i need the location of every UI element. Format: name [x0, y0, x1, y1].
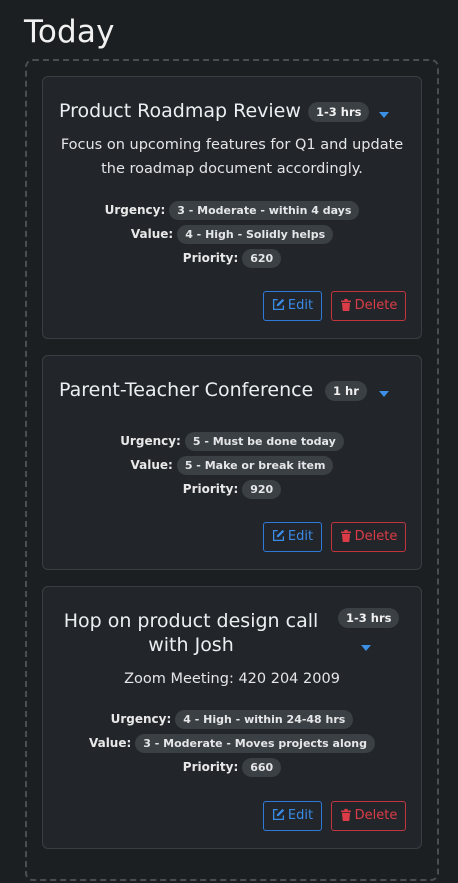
task-title-line: Hop on product design call — [63, 610, 319, 632]
value-row: Value: 4 - High - Solidly helps — [43, 224, 421, 244]
expand-caret-icon[interactable] — [379, 391, 389, 397]
urgency-label: Urgency: — [120, 434, 181, 448]
priority-badge: 920 — [242, 480, 282, 499]
edit-button[interactable]: Edit — [263, 801, 322, 831]
page-title: Today — [24, 14, 115, 50]
edit-button-label: Edit — [287, 808, 314, 823]
delete-button[interactable]: Delete — [331, 291, 406, 321]
value-label: Value: — [130, 458, 173, 472]
duration-badge: 1 hr — [325, 381, 367, 401]
task-card[interactable]: Parent-Teacher Conference 1 hr Urgency: 5… — [42, 355, 422, 570]
duration-badge: 1-3 hrs — [338, 608, 400, 628]
delete-button[interactable]: Delete — [331, 522, 406, 552]
edit-button-label: Edit — [287, 529, 314, 544]
urgency-badge: 3 - Moderate - within 4 days — [169, 201, 360, 220]
value-row: Value: 5 - Make or break item — [43, 455, 421, 475]
task-description-line: Zoom Meeting: 420 204 2009 — [124, 671, 340, 687]
urgency-row: Urgency: 4 - High - within 24-48 hrs — [43, 709, 421, 729]
delete-button-label: Delete — [354, 808, 398, 823]
trash-icon — [340, 298, 351, 311]
edit-button-label: Edit — [287, 298, 314, 313]
priority-badge: 620 — [242, 249, 282, 268]
delete-button[interactable]: Delete — [331, 801, 406, 831]
task-title: Parent-Teacher Conference — [59, 379, 314, 401]
value-badge: 4 - High - Solidly helps — [177, 225, 334, 244]
edit-icon — [272, 298, 285, 311]
edit-button[interactable]: Edit — [263, 291, 322, 321]
value-badge: 3 - Moderate - Moves projects along — [135, 734, 376, 753]
priority-row: Priority: 620 — [43, 248, 421, 268]
task-title: Product Roadmap Review — [59, 100, 301, 122]
task-card[interactable]: Product Roadmap Review 1-3 hrs Focus on … — [42, 76, 422, 339]
urgency-badge: 5 - Must be done today — [184, 432, 344, 451]
urgency-label: Urgency: — [110, 712, 172, 726]
task-card[interactable]: Hop on product design call with Josh 1-3… — [42, 586, 422, 849]
urgency-badge: 4 - High - within 24-48 hrs — [175, 710, 354, 729]
delete-button-label: Delete — [354, 529, 398, 544]
task-description-line: the roadmap document accordingly. — [101, 161, 363, 177]
trash-icon — [340, 529, 351, 542]
delete-button-label: Delete — [354, 298, 398, 313]
urgency-row: Urgency: 3 - Moderate - within 4 days — [43, 200, 421, 220]
value-row: Value: 3 - Moderate - Moves projects alon… — [43, 733, 421, 753]
priority-label: Priority: — [182, 760, 239, 774]
value-label: Value: — [88, 736, 132, 750]
priority-label: Priority: — [182, 251, 239, 265]
duration-badge: 1-3 hrs — [308, 102, 370, 122]
edit-icon — [272, 808, 285, 821]
priority-label: Priority: — [182, 482, 239, 496]
value-label: Value: — [130, 227, 174, 241]
priority-badge: 660 — [242, 758, 282, 777]
trash-icon — [340, 808, 351, 821]
edit-icon — [272, 529, 285, 542]
expand-caret-icon[interactable] — [379, 112, 389, 118]
urgency-label: Urgency: — [104, 203, 166, 217]
expand-caret-icon[interactable] — [361, 645, 371, 651]
edit-button[interactable]: Edit — [263, 522, 322, 552]
priority-row: Priority: 660 — [43, 757, 421, 777]
priority-row: Priority: 920 — [43, 479, 421, 499]
urgency-row: Urgency: 5 - Must be done today — [43, 431, 421, 451]
task-title-line: with Josh — [148, 634, 234, 656]
task-description-line: Focus on upcoming features for Q1 and up… — [60, 137, 404, 153]
value-badge: 5 - Make or break item — [176, 456, 334, 475]
